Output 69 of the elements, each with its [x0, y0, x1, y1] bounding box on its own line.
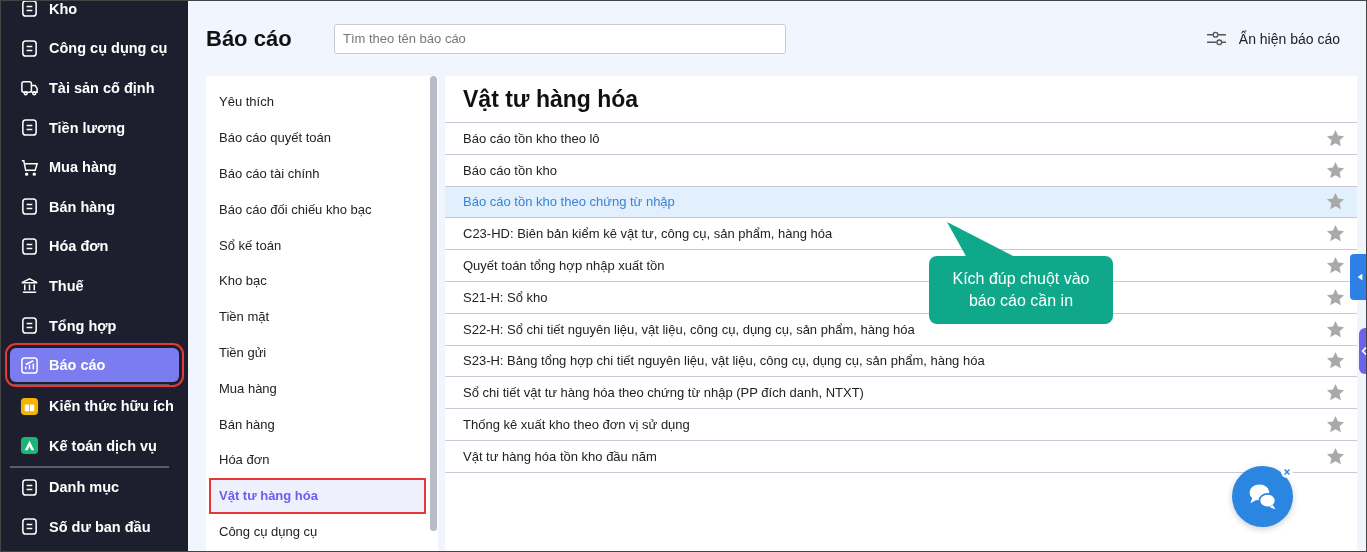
truck-icon: [20, 78, 39, 98]
report-row[interactable]: Báo cáo tồn kho theo chứng từ nhập: [445, 186, 1357, 219]
sliders-icon: [1205, 30, 1227, 47]
report-name: Báo cáo tồn kho theo chứng từ nhập: [463, 194, 675, 210]
category-item[interactable]: Tiền gửi: [206, 334, 424, 371]
report-name: Quyết toán tổng hợp nhập xuất tồn: [463, 258, 665, 274]
star-icon[interactable]: [1326, 319, 1345, 339]
report-name: Thống kê xuất kho theo đơn vị sử dụng: [463, 417, 690, 433]
category-item[interactable]: Hóa đơn: [206, 441, 424, 478]
sidebar-item[interactable]: Hóa đơn: [10, 226, 179, 267]
report-row[interactable]: S23-H: Bảng tổng hợp chi tiết nguyên liệu, vật liệu, công cụ, dụng cụ, sản phẩm, hàng hóa: [445, 345, 1357, 378]
category-item[interactable]: Sổ kế toán: [206, 227, 424, 263]
page-title: Báo cáo: [206, 25, 293, 52]
report-name: S23-H: Bảng tổng hợp chi tiết nguyên liệu, vật liệu, công cụ, dụng cụ, sản phẩm, hàng hóa: [463, 353, 985, 369]
sidebar-item[interactable]: Số dư ban đầu: [10, 507, 179, 547]
sidebar-item[interactable]: Kho: [10, 1, 179, 29]
category-item[interactable]: Vật tư hàng hóa: [211, 479, 424, 512]
report-name: S21-H: Sổ kho: [463, 289, 548, 305]
toggle-reports-button[interactable]: Ẩn hiện báo cáo: [1205, 30, 1340, 47]
star-icon[interactable]: [1326, 287, 1345, 307]
sidebar-item[interactable]: Tiền lương: [10, 107, 179, 148]
report-name: Sổ chi tiết vật tư hàng hóa theo chứng từ nhập (PP đích danh, NTXT): [463, 385, 864, 401]
star-icon[interactable]: [1326, 351, 1345, 371]
category-item[interactable]: Kho bạc: [206, 263, 424, 299]
sidebar-item[interactable]: Thuế: [10, 266, 179, 306]
star-icon[interactable]: [1326, 415, 1345, 435]
report-name: Báo cáo tồn kho theo lô: [463, 130, 600, 146]
star-icon[interactable]: [1326, 192, 1345, 212]
star-icon[interactable]: [1326, 446, 1345, 466]
callout-tooltip: Kích đúp chuột vào báo cáo cần in: [929, 222, 1113, 324]
report-name: S22-H: Sổ chi tiết nguyên liệu, vật liệu, công cụ, dụng cụ, sản phẩm, hàng hóa: [463, 321, 915, 337]
chart-icon: [20, 355, 39, 375]
category-item[interactable]: Báo cáo tài chính: [206, 155, 424, 192]
document-icon: [20, 316, 39, 336]
report-name: Vật tư hàng hóa tồn kho đầu năm: [463, 448, 657, 464]
scrollbar[interactable]: [430, 76, 437, 531]
bank-icon: [20, 276, 39, 296]
star-icon[interactable]: [1326, 224, 1345, 244]
report-row[interactable]: Thống kê xuất kho theo đơn vị sử dụng: [445, 409, 1357, 441]
category-item[interactable]: Báo cáo đối chiếu kho bạc: [206, 191, 424, 228]
cart-icon: [20, 157, 39, 177]
category-item[interactable]: Công cụ dụng cụ: [206, 513, 424, 550]
sidebar-item[interactable]: Kế toán dịch vụ: [10, 425, 179, 466]
category-item[interactable]: Báo cáo quyết toán: [206, 119, 424, 156]
category-item[interactable]: Tiền mặt: [206, 298, 424, 335]
triangle-logo-icon: [20, 436, 39, 456]
search-field[interactable]: Tìm theo tên báo cáo: [334, 23, 786, 54]
sidebar-item[interactable]: Danh mục: [10, 467, 179, 508]
sidebar-item[interactable]: Mua hàng: [10, 147, 179, 187]
section-title: Vật tư hàng hóa: [445, 76, 1357, 123]
report-row[interactable]: Báo cáo tồn kho: [445, 154, 1357, 187]
star-icon[interactable]: [1326, 128, 1345, 148]
report-row[interactable]: Báo cáo tồn kho theo lô: [445, 123, 1357, 155]
report-name: Báo cáo tồn kho: [463, 162, 557, 178]
sidebar-item[interactable]: Tổng hợp: [10, 305, 179, 346]
category-item[interactable]: Yêu thích: [206, 84, 424, 120]
collapse-tab[interactable]: [1350, 254, 1366, 300]
book-icon: [20, 396, 39, 416]
report-name: C23-HD: Biên bản kiểm kê vật tư, công cụ, sản phẩm, hàng hóa: [463, 226, 833, 242]
sidebar-item[interactable]: Bán hàng: [10, 186, 179, 227]
report-row[interactable]: Sổ chi tiết vật tư hàng hóa theo chứng từ nhập (PP đích danh, NTXT): [445, 377, 1357, 410]
sidebar-item[interactable]: Kiến thức hữu ích: [10, 386, 179, 426]
star-icon[interactable]: [1326, 383, 1345, 403]
star-icon[interactable]: [1326, 160, 1345, 180]
star-icon[interactable]: [1326, 256, 1345, 276]
category-item[interactable]: Mua hàng: [206, 370, 424, 407]
sidebar-item[interactable]: Tài sản cố định: [10, 68, 179, 108]
sidebar-item[interactable]: Công cụ dụng cụ: [10, 28, 179, 69]
category-item[interactable]: Bán hàng: [206, 406, 424, 442]
